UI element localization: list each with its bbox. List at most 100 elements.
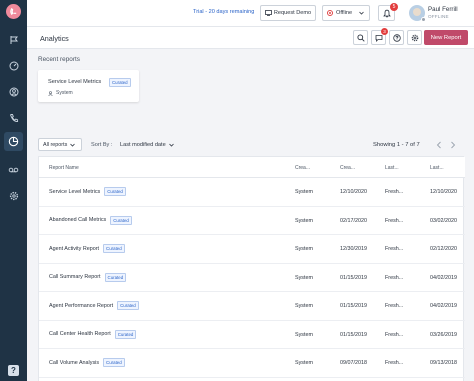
created-on-cell: 01/15/2019 <box>340 303 367 309</box>
recent-report-owner-name: System <box>56 90 73 96</box>
availability-dropdown[interactable]: Offline <box>322 5 370 21</box>
chevron-down-icon <box>168 143 174 147</box>
table-header: Report Name Crea... Crea... Last... Last… <box>39 157 465 178</box>
table-row[interactable]: Call Summary Report Curated System 01/15/… <box>39 264 465 292</box>
notifications-button[interactable]: 5 <box>378 3 398 21</box>
column-header-modified-on[interactable]: Last... <box>430 165 444 171</box>
user-status-label: OFFLINE <box>428 14 449 19</box>
sidebar: ? <box>0 0 27 381</box>
curated-badge: Curated <box>104 272 127 282</box>
modified-on-cell: 12/10/2020 <box>430 189 457 195</box>
help-button[interactable]: ? <box>8 365 19 376</box>
report-name[interactable]: Abandoned Call Metrics <box>49 217 106 223</box>
modified-by-cell: Fresh... <box>385 303 404 309</box>
recent-reports-heading: Recent reports <box>38 56 80 63</box>
messages-button[interactable]: 3 <box>371 28 388 45</box>
voicemail-icon[interactable] <box>6 162 21 177</box>
report-name-cell: Agent Activity Report Curated <box>49 244 125 253</box>
flag-icon[interactable] <box>6 32 21 47</box>
reports-table: Report Name Crea... Crea... Last... Last… <box>38 156 465 381</box>
table-row[interactable]: Agent Performance Report Curated System 0… <box>39 292 465 321</box>
modified-by-cell: Fresh... <box>385 360 404 366</box>
page-header: Analytics 3 New Report <box>27 27 474 49</box>
table-row[interactable]: Call Volume Analysis Curated System 09/07… <box>39 349 465 378</box>
modified-on-cell: 04/02/2019 <box>430 303 457 309</box>
help-center-button[interactable] <box>389 30 404 45</box>
chevron-right-icon[interactable] <box>450 141 456 149</box>
notification-count-badge: 5 <box>390 3 398 11</box>
sort-by-dropdown[interactable]: Last modified date <box>120 142 174 148</box>
report-name[interactable]: Agent Activity Report <box>49 246 99 252</box>
sort-by-label: Sort By : <box>91 142 113 148</box>
user-icon[interactable] <box>6 84 21 99</box>
analytics-icon[interactable] <box>4 132 23 151</box>
screen-icon <box>264 10 272 16</box>
availability-label: Offline <box>336 10 353 16</box>
curated-badge: Curated <box>117 301 139 310</box>
modified-on-cell: 02/12/2020 <box>430 246 457 252</box>
gear-icon[interactable] <box>6 188 21 203</box>
page-title: Analytics <box>40 34 69 43</box>
curated-badge: Curated <box>103 244 125 253</box>
table-row[interactable]: Abandoned Call Metrics Curated System 02/… <box>39 207 465 235</box>
settings-button[interactable] <box>407 30 422 45</box>
report-name[interactable]: Call Center Health Report <box>49 331 111 337</box>
search-button[interactable] <box>353 30 368 45</box>
column-header-modified-by[interactable]: Last... <box>385 165 399 171</box>
column-header-report-name[interactable]: Report Name <box>49 165 79 171</box>
message-count-badge: 3 <box>381 28 388 35</box>
created-on-cell: 01/15/2019 <box>340 274 367 281</box>
created-by-cell: System <box>295 217 313 224</box>
created-on-cell: 09/07/2018 <box>340 360 367 366</box>
column-header-created-by[interactable]: Crea... <box>295 165 310 171</box>
recent-report-owner: System <box>48 90 73 96</box>
created-on-cell: 12/30/2019 <box>340 246 367 252</box>
modified-on-cell: 04/02/2019 <box>430 274 457 281</box>
pagination-summary: Showing 1 - 7 of 7 <box>373 142 420 148</box>
table-row[interactable]: Call Center Health Report Curated System … <box>39 321 465 349</box>
chat-icon <box>375 34 382 42</box>
top-bar: Trial - 20 days remaining Request Demo O… <box>27 0 474 27</box>
modified-by-cell: Fresh... <box>385 217 404 224</box>
offline-status-icon <box>327 10 333 16</box>
created-by-cell: System <box>295 331 313 338</box>
modified-on-cell: 03/26/2019 <box>430 331 457 338</box>
search-icon <box>356 33 365 42</box>
report-name[interactable]: Call Summary Report <box>49 274 101 280</box>
trial-notice[interactable]: Trial - 20 days remaining <box>193 9 254 15</box>
user-status-dot <box>421 17 426 22</box>
recent-report-name[interactable]: Service Level Metrics <box>48 79 101 85</box>
gauge-icon[interactable] <box>6 58 21 73</box>
phone-icon[interactable] <box>6 110 21 125</box>
column-header-created-on[interactable]: Crea... <box>340 165 355 171</box>
created-by-cell: System <box>295 246 313 252</box>
report-name[interactable]: Call Volume Analysis <box>49 360 99 366</box>
user-name[interactable]: Paul Ferrill <box>428 6 458 13</box>
new-report-button[interactable]: New Report <box>424 30 468 45</box>
curated-badge: Curated <box>110 215 132 225</box>
app-logo-icon[interactable] <box>6 4 21 19</box>
modified-by-cell: Fresh... <box>385 274 404 281</box>
chevron-left-icon[interactable] <box>436 141 442 149</box>
table-row[interactable]: Agent Activity Report Curated System 12/3… <box>39 235 465 264</box>
created-by-cell: System <box>295 360 313 366</box>
created-by-cell: System <box>295 303 313 309</box>
table-row[interactable]: Service Level Metrics Curated System 12/1… <box>39 178 465 207</box>
request-demo-label: Request Demo <box>273 10 312 16</box>
report-filter-label: All reports <box>43 141 68 148</box>
modified-by-cell: Fresh... <box>385 246 404 252</box>
gear-icon <box>411 34 418 41</box>
sort-by-value: Last modified date <box>120 142 166 148</box>
report-name[interactable]: Service Level Metrics <box>49 189 100 195</box>
created-on-cell: 01/15/2019 <box>340 331 367 338</box>
chevron-down-icon <box>70 143 76 147</box>
report-name-cell: Service Level Metrics Curated <box>49 187 126 196</box>
modified-by-cell: Fresh... <box>385 331 404 338</box>
user-icon <box>48 90 53 96</box>
report-name-cell: Agent Performance Report Curated <box>49 301 139 310</box>
recent-report-card[interactable]: Service Level Metrics Curated System <box>38 70 139 102</box>
report-filter-dropdown[interactable]: All reports <box>38 138 82 151</box>
report-name[interactable]: Agent Performance Report <box>49 303 113 309</box>
request-demo-button[interactable]: Request Demo <box>260 5 316 21</box>
report-name-cell: Call Summary Report Curated <box>49 272 127 282</box>
